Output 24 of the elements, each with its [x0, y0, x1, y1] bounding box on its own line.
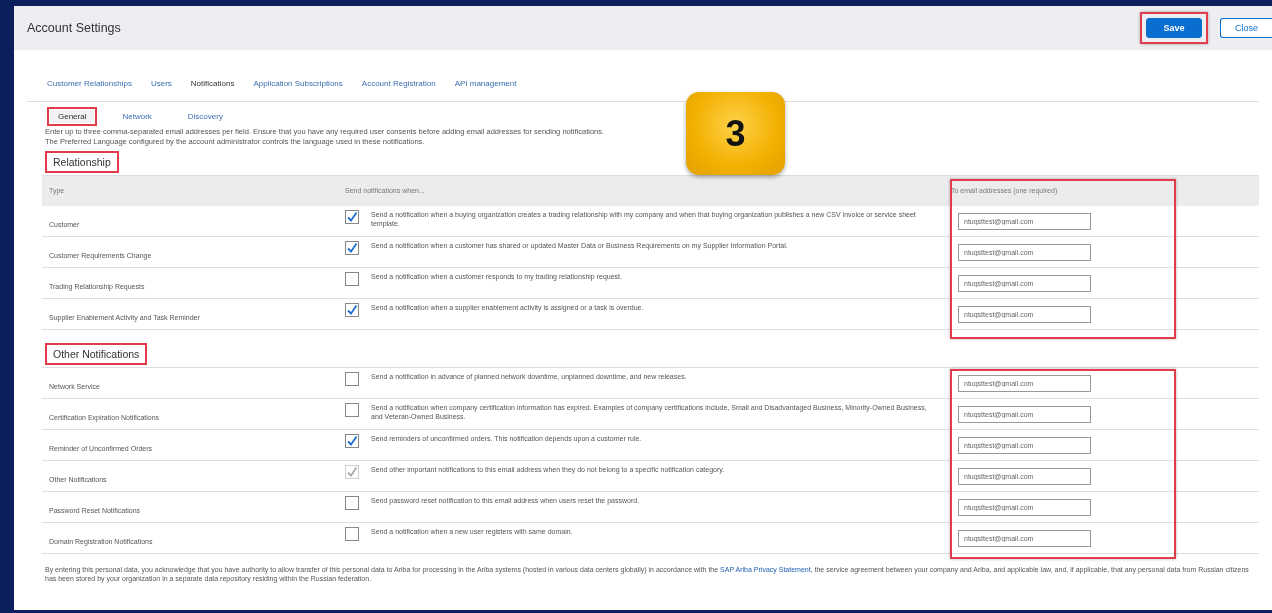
section-title: Relationship	[45, 151, 119, 173]
nav-tab[interactable]: Customer Relationships	[47, 78, 132, 88]
sub-tab[interactable]: Discovery	[179, 109, 231, 123]
section-title: Other Notifications	[45, 343, 148, 365]
nav-tab[interactable]: Application Subscriptions	[253, 78, 343, 88]
checkbox[interactable]	[345, 434, 359, 448]
nav-tab[interactable]: Notifications	[190, 78, 235, 88]
save-button[interactable]: Save	[1146, 18, 1202, 38]
checkbox[interactable]	[345, 210, 359, 224]
step-badge: 3	[686, 92, 785, 175]
checkbox[interactable]	[345, 496, 359, 510]
nav-tab[interactable]: Account Registration	[361, 78, 436, 88]
close-button[interactable]: Close	[1220, 18, 1272, 38]
checkbox[interactable]	[345, 303, 359, 317]
nav-tab[interactable]: API management	[454, 78, 517, 88]
checkbox[interactable]	[345, 372, 359, 386]
checkbox[interactable]	[345, 403, 359, 417]
checkbox[interactable]	[345, 272, 359, 286]
sub-tab[interactable]: Network	[114, 109, 160, 123]
window-title: Account Settings	[27, 21, 122, 35]
sub-tab[interactable]: General	[50, 109, 95, 123]
nav-tab[interactable]: Users	[150, 78, 172, 88]
checkbox[interactable]	[345, 527, 359, 541]
checkbox[interactable]	[345, 241, 359, 255]
